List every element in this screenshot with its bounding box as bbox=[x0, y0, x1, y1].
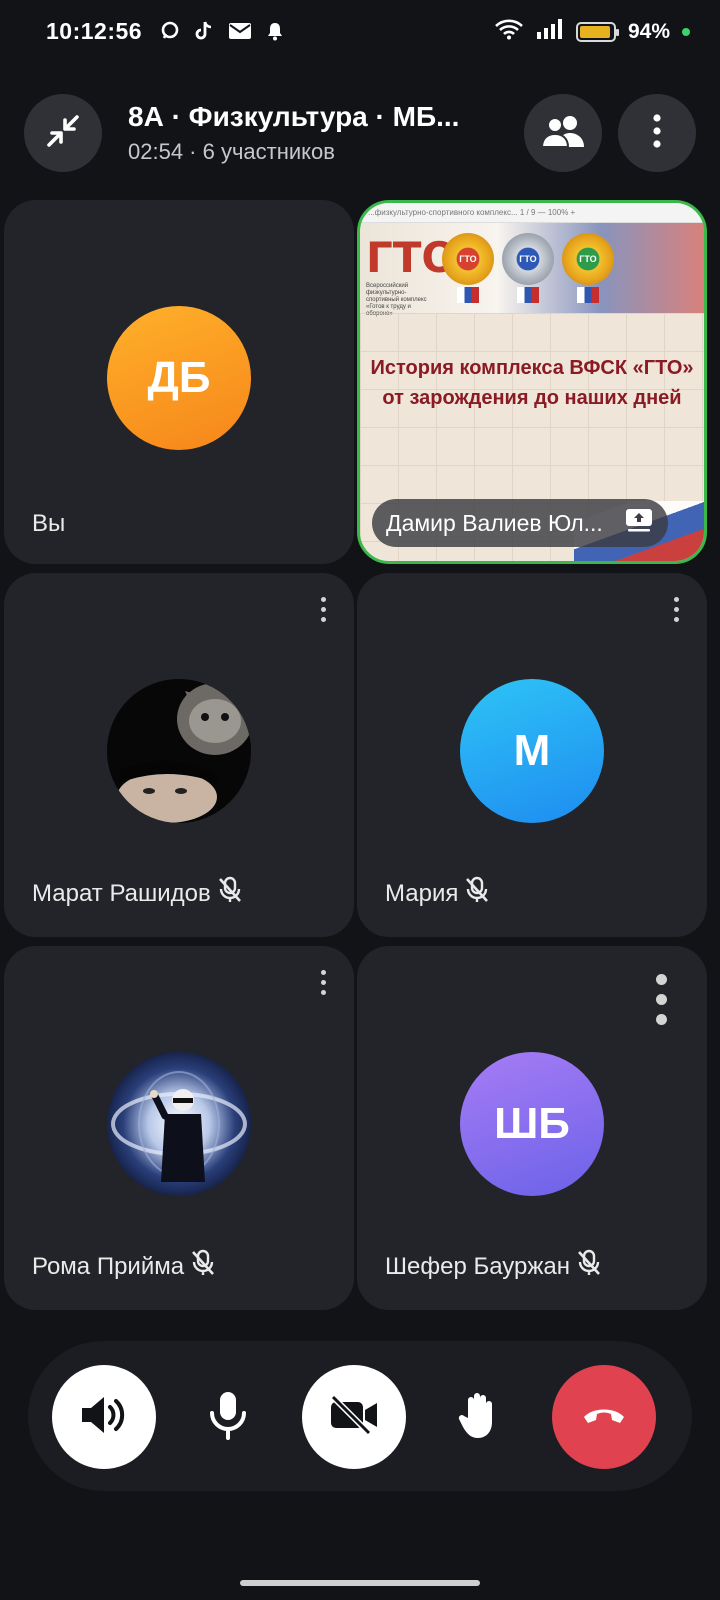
avatar-initials: ДБ bbox=[147, 353, 211, 402]
participant-tile-self[interactable]: ДБ Вы bbox=[4, 200, 354, 564]
participants-button[interactable] bbox=[524, 94, 602, 172]
participant-name: Марат Рашидов bbox=[32, 876, 243, 911]
speaker-button[interactable] bbox=[52, 1365, 156, 1469]
participant-name-text: Вы bbox=[32, 510, 66, 537]
shared-viewer-toolbar: ...физкультурно-спортивного комплекс... … bbox=[360, 203, 704, 223]
battery-percent: 94% bbox=[627, 19, 670, 43]
signal-icon bbox=[536, 18, 564, 45]
participant-name: Рома Прийма bbox=[32, 1249, 216, 1284]
avatar: М bbox=[460, 679, 604, 823]
screen-share-icon bbox=[624, 507, 654, 539]
participant-tile-marat[interactable]: Марат Рашидов bbox=[4, 573, 354, 937]
camera-toggle-button[interactable] bbox=[302, 1365, 406, 1469]
call-header: 8А · Физкультура · МБ... 02:54 · 6 участ… bbox=[24, 94, 696, 174]
slide-heading-line1: История комплекса ВФСК «ГТО» bbox=[370, 357, 694, 379]
more-vertical-icon bbox=[652, 113, 662, 154]
status-bar: 10:12:56 94% bbox=[0, 0, 720, 66]
participant-tile-maria[interactable]: М Мария bbox=[357, 573, 707, 937]
avatar: ДБ bbox=[107, 306, 251, 450]
collapse-arrows-icon bbox=[43, 111, 83, 156]
tile-more-button[interactable] bbox=[321, 970, 326, 995]
tile-more-button[interactable] bbox=[321, 597, 326, 622]
raise-hand-button[interactable] bbox=[426, 1365, 530, 1469]
minimize-call-button[interactable] bbox=[24, 94, 102, 172]
tile-more-button[interactable] bbox=[674, 597, 679, 622]
gold-medal-image: ГТО bbox=[440, 233, 496, 305]
participant-name: Мария bbox=[385, 876, 490, 911]
wifi-icon bbox=[494, 18, 524, 45]
mic-muted-icon bbox=[576, 1249, 602, 1284]
avatar-initials: ШБ bbox=[494, 1099, 570, 1148]
avatar-photo bbox=[107, 1052, 251, 1196]
microphone-button[interactable] bbox=[176, 1365, 280, 1469]
mic-muted-icon bbox=[217, 876, 243, 911]
tiktok-icon bbox=[194, 20, 214, 47]
home-indicator[interactable] bbox=[240, 1580, 480, 1586]
participant-name-text: Шефер Бауржан bbox=[385, 1252, 571, 1280]
photo-cat-person-image bbox=[107, 679, 251, 823]
clock: 10:12:56 bbox=[46, 18, 143, 44]
call-duration-participants: 02:54 · 6 участников bbox=[128, 139, 335, 164]
mic-muted-icon bbox=[190, 1249, 216, 1284]
participant-name-text: Марат Рашидов bbox=[32, 879, 211, 907]
participant-name-text: Мария bbox=[385, 879, 459, 907]
participant-name: Вы bbox=[32, 510, 65, 538]
photo-anime-character-image bbox=[111, 1071, 247, 1182]
end-call-button[interactable] bbox=[552, 1365, 656, 1469]
screen-share-tile[interactable]: ...физкультурно-спортивного комплекс... … bbox=[357, 200, 707, 564]
silver-medal-image: ГТО bbox=[500, 233, 556, 305]
avatar: ШБ bbox=[460, 1052, 604, 1196]
end-call-icon bbox=[581, 1403, 627, 1432]
camera-off-icon bbox=[327, 1393, 381, 1442]
battery-fill bbox=[579, 25, 611, 38]
battery-icon bbox=[575, 21, 619, 42]
hand-icon bbox=[456, 1390, 500, 1445]
call-title: 8А · Физкультура · МБ... bbox=[128, 101, 460, 132]
slide-heading-line2: от зарождения до наших дней bbox=[382, 387, 682, 409]
bell-icon bbox=[266, 21, 284, 46]
participant-tile-roma[interactable]: Рома Прийма bbox=[4, 946, 354, 1310]
notification-icons bbox=[160, 20, 284, 47]
system-icons: 94% bbox=[494, 18, 690, 45]
participant-name: Шефер Бауржан bbox=[385, 1249, 602, 1284]
mic-muted-icon bbox=[464, 876, 490, 911]
tile-more-button[interactable] bbox=[656, 974, 667, 1025]
speaker-icon bbox=[78, 1393, 130, 1442]
avatar-photo bbox=[107, 679, 251, 823]
participant-name-text: Рома Прийма bbox=[32, 1252, 185, 1280]
more-options-button[interactable] bbox=[618, 94, 696, 172]
people-icon bbox=[540, 113, 586, 154]
mail-icon bbox=[228, 22, 252, 45]
microphone-icon bbox=[206, 1389, 250, 1446]
bronze-medal-image: ГТО bbox=[560, 233, 616, 305]
slide-heading: История комплекса ВФСК «ГТО» от зарожден… bbox=[360, 353, 704, 413]
chat-bubble-icon bbox=[160, 21, 180, 46]
participant-tile-shefer[interactable]: ШБ Шефер Бауржан bbox=[357, 946, 707, 1310]
presenter-name: Дамир Валиев Юл... bbox=[386, 509, 603, 536]
privacy-indicator-dot bbox=[682, 27, 690, 36]
presenter-name-pill: Дамир Валиев Юл... bbox=[372, 499, 668, 547]
avatar-initials: М bbox=[513, 726, 551, 775]
call-controls-bar bbox=[28, 1341, 692, 1491]
